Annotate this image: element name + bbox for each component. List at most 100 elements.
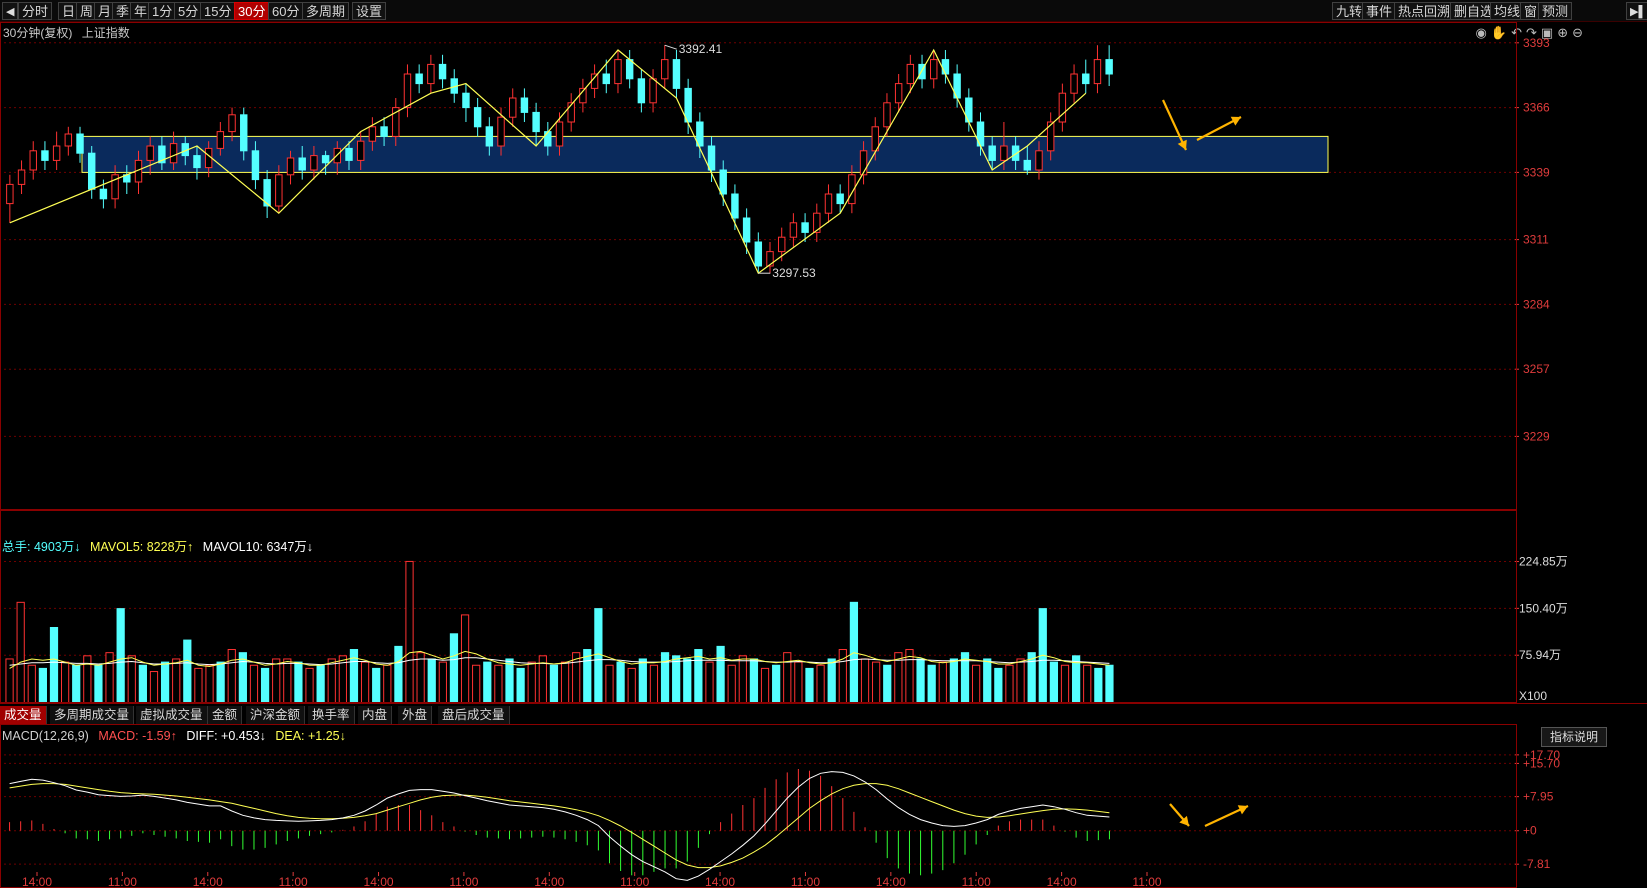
- candle-body: [555, 121, 564, 147]
- candle-body: [1105, 59, 1113, 75]
- candle-body: [544, 131, 552, 147]
- candle-body: [1093, 59, 1102, 85]
- volume-bar: [138, 664, 147, 704]
- candle-body: [462, 92, 470, 109]
- candle-body: [321, 155, 330, 164]
- candle-body: [87, 152, 96, 190]
- low-label: 3297.53: [772, 266, 816, 280]
- candle: [661, 45, 669, 89]
- volume-bar: [105, 652, 114, 704]
- volume-bar: [683, 658, 692, 704]
- high-label: 3392.41: [679, 42, 723, 56]
- candle-body: [988, 145, 996, 161]
- volume-bar: [305, 667, 314, 704]
- candle: [684, 78, 692, 134]
- macd-value-label: MACD: -1.59↑: [98, 729, 177, 743]
- volume-bar: [249, 664, 259, 704]
- volume-bar: [327, 658, 336, 704]
- indicator-tab[interactable]: 金额: [208, 706, 243, 724]
- candle: [29, 141, 37, 180]
- volume-bar: [605, 664, 614, 704]
- candle-body: [356, 140, 365, 161]
- indicator-tab[interactable]: 虚拟成交量: [136, 706, 208, 724]
- volume-bar: [227, 649, 236, 704]
- volume-bar: [616, 661, 625, 704]
- candle: [438, 54, 447, 89]
- volume-bar: [749, 658, 759, 704]
- candle-body: [777, 236, 786, 253]
- candle-body: [345, 147, 353, 161]
- volume-bar: [738, 655, 747, 704]
- time-tick-label: 14:00: [1047, 875, 1077, 888]
- volume-bar: [483, 661, 492, 704]
- indicator-tab[interactable]: 成交量: [0, 706, 47, 724]
- candle-body: [766, 251, 774, 267]
- candle: [1070, 64, 1078, 103]
- indicator-help-button[interactable]: 指标说明: [1540, 727, 1607, 747]
- candle-body: [193, 155, 201, 169]
- candle-body: [930, 59, 938, 80]
- volume-bar: [238, 652, 247, 704]
- indicator-tab[interactable]: 多周期成交量: [50, 706, 135, 724]
- price-tick-label: 3339: [1523, 165, 1550, 179]
- volume-bar: [27, 664, 36, 704]
- candle-body: [1058, 92, 1067, 123]
- volume-tick-label: 75.94万: [1519, 648, 1561, 662]
- candle-body: [906, 63, 915, 85]
- candle: [883, 93, 891, 137]
- indicator-tab[interactable]: 内盘: [358, 706, 393, 724]
- volume-bar: [472, 664, 481, 704]
- indicator-tab[interactable]: 换手率: [308, 706, 355, 724]
- candle: [625, 50, 634, 89]
- candle-body: [169, 143, 178, 164]
- volume-bar: [405, 560, 414, 704]
- candle-body: [637, 78, 646, 104]
- indicator-tab[interactable]: 盘后成交量: [438, 706, 510, 724]
- time-tick-label: 14:00: [364, 875, 394, 888]
- candle: [953, 64, 961, 108]
- volume-bar: [360, 661, 370, 704]
- volume-axis: 224.85万 150.40万 75.94万 X100: [1515, 555, 1568, 703]
- volume-bar: [872, 661, 881, 704]
- candle: [590, 64, 599, 98]
- volume-bar: [660, 652, 670, 704]
- time-tick-label: 14:00: [534, 875, 564, 888]
- indicator-tab[interactable]: 外盘: [398, 706, 433, 724]
- volume-bar: [805, 667, 814, 704]
- volume-bar: [160, 661, 170, 704]
- candle-body: [415, 73, 423, 85]
- volume-bar: [394, 645, 403, 704]
- candle: [637, 69, 646, 113]
- candle: [415, 64, 423, 94]
- volume-bar: [494, 664, 503, 704]
- candle-body: [894, 83, 903, 104]
- volume-bar: [827, 658, 836, 704]
- candle: [6, 174, 14, 223]
- volume-bar: [516, 667, 525, 704]
- volume-bar: [794, 661, 803, 704]
- candle-body: [146, 145, 154, 161]
- time-axis: 14:00 11:00 14:00 11:00 14:00 11:00 14:00 11:00…: [22, 872, 1162, 888]
- volume-tick-label: 224.85万: [1519, 555, 1568, 569]
- volume-bar: [1016, 658, 1025, 704]
- macd-name-label: MACD(12,26,9): [2, 729, 89, 743]
- indicator-tabs: 成交量 多周期成交量 虚拟成交量 金额 沪深金额 换手率 内盘 外盘 盘后成交量: [0, 703, 1647, 724]
- volume-bar: [449, 633, 459, 704]
- candle-body: [754, 241, 763, 267]
- candle-body: [532, 111, 540, 133]
- candle-body: [1000, 145, 1008, 161]
- candle-body: [719, 169, 727, 195]
- candle-body: [824, 193, 833, 214]
- macd-tick-label: +0: [1523, 824, 1537, 838]
- volume-bar: [383, 664, 392, 704]
- volume-bar: [905, 649, 914, 704]
- volume-bar: [1083, 664, 1092, 704]
- volume-bar: [38, 667, 47, 704]
- candle-body: [368, 126, 377, 142]
- candle: [403, 64, 412, 118]
- volume-bar: [172, 658, 181, 704]
- volume-bar: [627, 667, 636, 704]
- indicator-tab[interactable]: 沪深金额: [246, 706, 306, 724]
- time-tick-label: 11:00: [449, 875, 478, 888]
- candle-body: [275, 174, 283, 207]
